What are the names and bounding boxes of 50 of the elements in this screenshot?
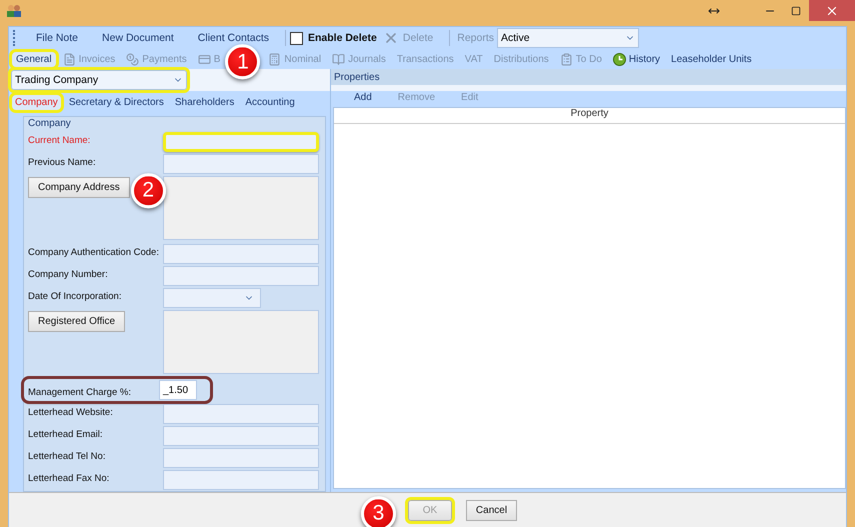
field-label: Letterhead Fax No: [28, 472, 110, 484]
step-badge: 2 [130, 172, 166, 208]
column-header[interactable]: Property [334, 108, 845, 124]
field-label: Company Authentication Code: [28, 246, 159, 258]
address-area[interactable] [163, 310, 319, 374]
input-field[interactable] [163, 154, 319, 174]
maximize-icon[interactable] [791, 6, 801, 16]
field-label: Current Name: [28, 134, 90, 146]
field-label: Previous Name: [28, 156, 96, 168]
nav-tab[interactable]: Leaseholder Units [667, 52, 756, 66]
app-icon [6, 4, 22, 18]
sub-tab[interactable]: Shareholders [172, 95, 238, 110]
field-label: Letterhead Website: [28, 406, 113, 418]
sub-tab[interactable]: Company [12, 95, 61, 110]
step-badge: 3 [360, 496, 396, 527]
field-label: Management Charge %: [28, 386, 131, 398]
toolbar-button[interactable]: Client Contacts [186, 32, 281, 44]
dialog-button[interactable]: Cancel [466, 500, 518, 521]
field-label: Date Of Incorporation: [28, 290, 122, 302]
panel-title: Properties [331, 69, 846, 85]
step-badge: 1 [225, 44, 260, 80]
close-button[interactable] [809, 0, 855, 21]
field-label: Company Number: [28, 268, 108, 280]
status-dropdown[interactable]: Active [497, 28, 639, 48]
address-button[interactable]: Registered Office [28, 311, 126, 332]
input-field[interactable]: _1.50 [159, 380, 197, 400]
enable-delete-checkbox[interactable] [290, 32, 303, 44]
input-field[interactable] [163, 244, 319, 264]
input-field[interactable] [163, 426, 319, 446]
input-field[interactable] [163, 470, 319, 490]
field-label: Letterhead Tel No: [28, 450, 106, 462]
input-field[interactable] [163, 266, 319, 286]
input-field[interactable] [163, 132, 319, 152]
nav-tab[interactable]: General [12, 52, 56, 66]
date-field[interactable] [163, 288, 261, 308]
input-field[interactable] [163, 448, 319, 468]
sub-tab[interactable]: Secretary & Directors [66, 95, 167, 110]
address-area[interactable] [163, 176, 319, 240]
nav-tab[interactable]: History [608, 50, 664, 68]
address-button[interactable]: Company Address [28, 177, 130, 198]
toolbar-button[interactable]: Add [341, 92, 385, 102]
company-type-dropdown[interactable]: Trading Company [11, 70, 187, 90]
input-field[interactable] [163, 404, 319, 424]
toolbar-button[interactable]: New Document [90, 32, 186, 44]
sub-tab[interactable]: Accounting [242, 95, 298, 110]
group-title: Company [28, 117, 71, 131]
checkbox-label: Enable Delete [308, 32, 377, 44]
field-label: Letterhead Email: [28, 428, 102, 440]
toolbar-button[interactable]: File Note [24, 32, 90, 44]
toolbar-grip[interactable] [13, 30, 16, 46]
